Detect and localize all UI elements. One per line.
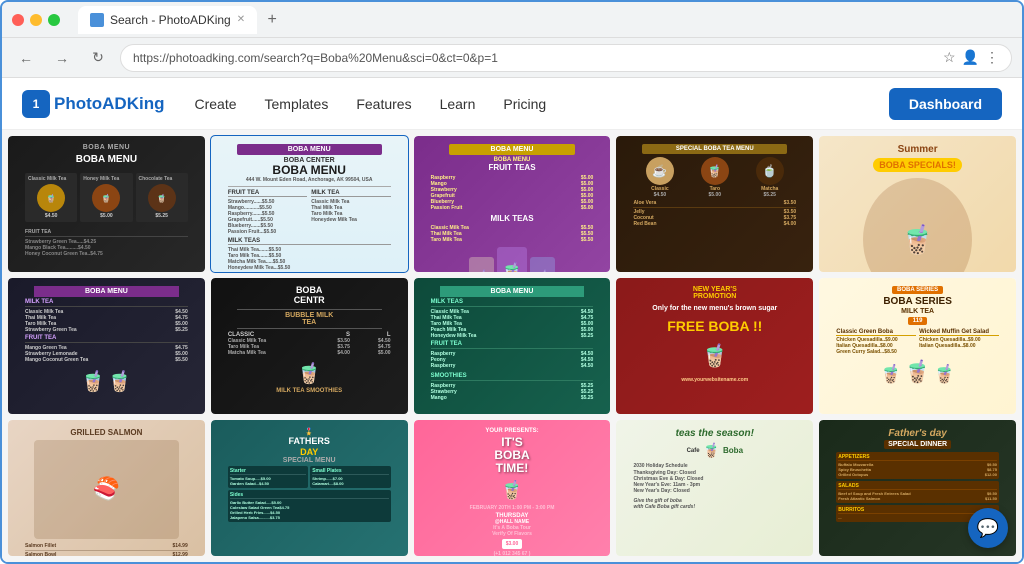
tab-close-icon[interactable]: ✕ xyxy=(237,14,245,25)
chat-bubble[interactable]: 💬 xyxy=(968,508,1008,548)
minimize-button[interactable] xyxy=(30,14,42,26)
grid-item-8[interactable]: BOBA MENU MILK TEAS Classic Milk Tea$4.5… xyxy=(414,278,611,414)
site-navigation: 1 PhotoADKing Create Templates Features … xyxy=(2,78,1022,130)
nav-learn[interactable]: Learn xyxy=(440,96,476,112)
browser-frame: Search - PhotoADKing ✕ + ← → ↻ https://p… xyxy=(0,0,1024,564)
nav-pricing[interactable]: Pricing xyxy=(503,96,546,112)
menu-icon[interactable]: ⋮ xyxy=(985,49,999,66)
browser-titlebar: Search - PhotoADKing ✕ + xyxy=(2,2,1022,38)
address-bar[interactable]: https://photoadking.com/search?q=Boba%20… xyxy=(120,44,1012,72)
grid-item-11[interactable]: GRILLED SALMON 🍣 Salmon Fillet$14.99 Sal… xyxy=(8,420,205,556)
url-text: https://photoadking.com/search?q=Boba%20… xyxy=(133,51,498,65)
dashboard-button[interactable]: Dashboard xyxy=(889,88,1002,120)
grid-item-14[interactable]: teas the season! Cafe 🧋 Boba 2030 Holida… xyxy=(616,420,813,556)
grid-item-4[interactable]: SPECIAL BOBA TEA MENU ☕ Classic $4.50 🧋 … xyxy=(616,136,813,272)
site-logo[interactable]: 1 PhotoADKing xyxy=(22,90,164,118)
grid-item-5[interactable]: Summer BOBA SPECIALS! 🧋 Classic Milk Tea… xyxy=(819,136,1016,272)
tab-title: Search - PhotoADKing xyxy=(110,13,231,27)
close-button[interactable] xyxy=(12,14,24,26)
grid-item-12[interactable]: 🎖️ FATHERS DAY SPECIAL MENU Starter Toma… xyxy=(211,420,408,556)
nav-templates[interactable]: Templates xyxy=(265,96,329,112)
logo-text: PhotoADKing xyxy=(54,94,164,114)
profile-icon[interactable]: 👤 xyxy=(962,49,979,66)
nav-create[interactable]: Create xyxy=(194,96,236,112)
grid-item-6[interactable]: BOBA MENU MILK TEA Classic Milk Tea$4.50… xyxy=(8,278,205,414)
grid-item-13[interactable]: YOUR PRESENTS: IT'SBOBATIME! 🧋 FEBRUARY … xyxy=(414,420,611,556)
maximize-button[interactable] xyxy=(48,14,60,26)
bookmark-icon[interactable]: ☆ xyxy=(943,49,956,66)
back-button[interactable]: ← xyxy=(12,44,40,72)
new-tab-button[interactable]: + xyxy=(261,9,283,31)
tab-bar: Search - PhotoADKing ✕ + xyxy=(78,6,283,34)
logo-icon: 1 xyxy=(22,90,50,118)
grid-item-2[interactable]: BOBA MENU BOBA CENTER BOBA MENU 444 W. M… xyxy=(211,136,408,272)
active-tab[interactable]: Search - PhotoADKing ✕ xyxy=(78,6,257,34)
forward-button[interactable]: → xyxy=(48,44,76,72)
page-content: 1 PhotoADKing Create Templates Features … xyxy=(2,78,1022,562)
address-bar-icons: ☆ 👤 ⋮ xyxy=(943,49,999,66)
grid-item-10[interactable]: BOBA SERIES BOBA SERIES MILK TEA 119 Cla… xyxy=(819,278,1016,414)
nav-features[interactable]: Features xyxy=(356,96,411,112)
reload-button[interactable]: ↻ xyxy=(84,44,112,72)
grid-item-7[interactable]: BOBA CENTR BUBBLE MILK TEA CLASSICSL Cla… xyxy=(211,278,408,414)
traffic-lights xyxy=(12,14,60,26)
image-grid: BOBA MENU BOBA MENU Classic Milk Tea 🧋 $… xyxy=(2,130,1022,562)
tab-favicon xyxy=(90,13,104,27)
browser-toolbar: ← → ↻ https://photoadking.com/search?q=B… xyxy=(2,38,1022,78)
grid-item-9[interactable]: NEW YEAR'SPROMOTION Only for the new men… xyxy=(616,278,813,414)
grid-item-3[interactable]: BOBA MENU BOBA MENU FRUIT TEAS Raspberry… xyxy=(414,136,611,272)
nav-links: Create Templates Features Learn Pricing xyxy=(194,96,546,112)
grid-item-1[interactable]: BOBA MENU BOBA MENU Classic Milk Tea 🧋 $… xyxy=(8,136,205,272)
